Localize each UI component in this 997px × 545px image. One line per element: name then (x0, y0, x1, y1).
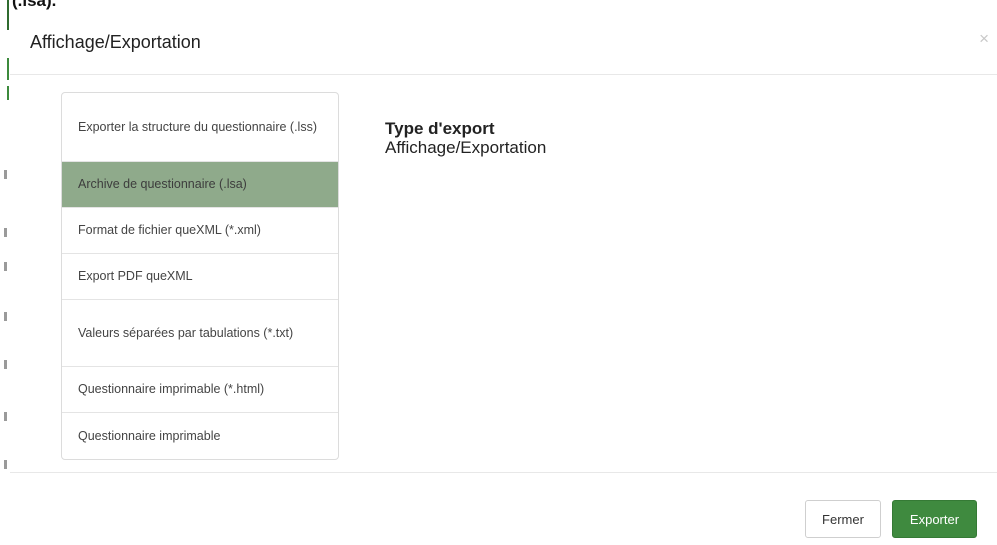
export-type-subtitle: Affichage/Exportation (385, 138, 547, 157)
export-type-title: Type d'export (385, 119, 495, 138)
export-type-list: Exporter la structure du questionnaire (… (61, 92, 339, 460)
list-item-label: Exporter la structure du questionnaire (… (78, 119, 317, 134)
export-type-heading: Type d'export Affichage/Exportation (385, 119, 546, 157)
background-edge-mark (4, 228, 7, 237)
export-modal: Affichage/Exportation × Exporter la stru… (10, 14, 997, 545)
list-item-tab-separated[interactable]: Valeurs séparées par tabulations (*.txt) (62, 300, 338, 367)
list-item-label: Format de fichier queXML (*.xml) (78, 223, 261, 237)
list-item-label: Questionnaire imprimable (*.html) (78, 382, 265, 396)
list-item-archive-lsa[interactable]: Archive de questionnaire (.lsa) (62, 162, 338, 208)
close-button[interactable]: Fermer (805, 500, 881, 538)
background-edge-mark (4, 170, 7, 179)
background-edge-mark (4, 312, 7, 321)
export-button[interactable]: Exporter (892, 500, 977, 538)
list-item-label: Questionnaire imprimable (78, 428, 221, 443)
page: (.lsa). Affichage/Exportation × Exporter… (0, 0, 997, 545)
list-item-export-structure[interactable]: Exporter la structure du questionnaire (… (62, 93, 338, 162)
close-icon[interactable]: × (979, 30, 989, 47)
list-item-label: Export PDF queXML (78, 269, 193, 283)
background-edge-mark (4, 360, 7, 369)
list-item-quexml-pdf[interactable]: Export PDF queXML (62, 254, 338, 300)
list-item-label: Archive de questionnaire (.lsa) (78, 177, 247, 191)
background-edge-line (7, 0, 9, 30)
modal-title: Affichage/Exportation (30, 32, 201, 52)
list-item-quexml-format[interactable]: Format de fichier queXML (*.xml) (62, 208, 338, 254)
background-edge-mark (4, 262, 7, 271)
list-item-label: Valeurs séparées par tabulations (*.txt) (78, 325, 294, 340)
background-edge-line (7, 58, 9, 80)
modal-header: Affichage/Exportation × (10, 14, 997, 75)
modal-footer: Fermer Exporter (10, 472, 997, 545)
list-item-printable-html[interactable]: Questionnaire imprimable (*.html) (62, 367, 338, 413)
background-edge-line (7, 86, 9, 100)
background-heading-fragment: (.lsa). (12, 0, 57, 10)
list-item-printable[interactable]: Questionnaire imprimable (62, 413, 338, 459)
background-edge-mark (4, 412, 7, 421)
background-edge-mark (4, 460, 7, 469)
